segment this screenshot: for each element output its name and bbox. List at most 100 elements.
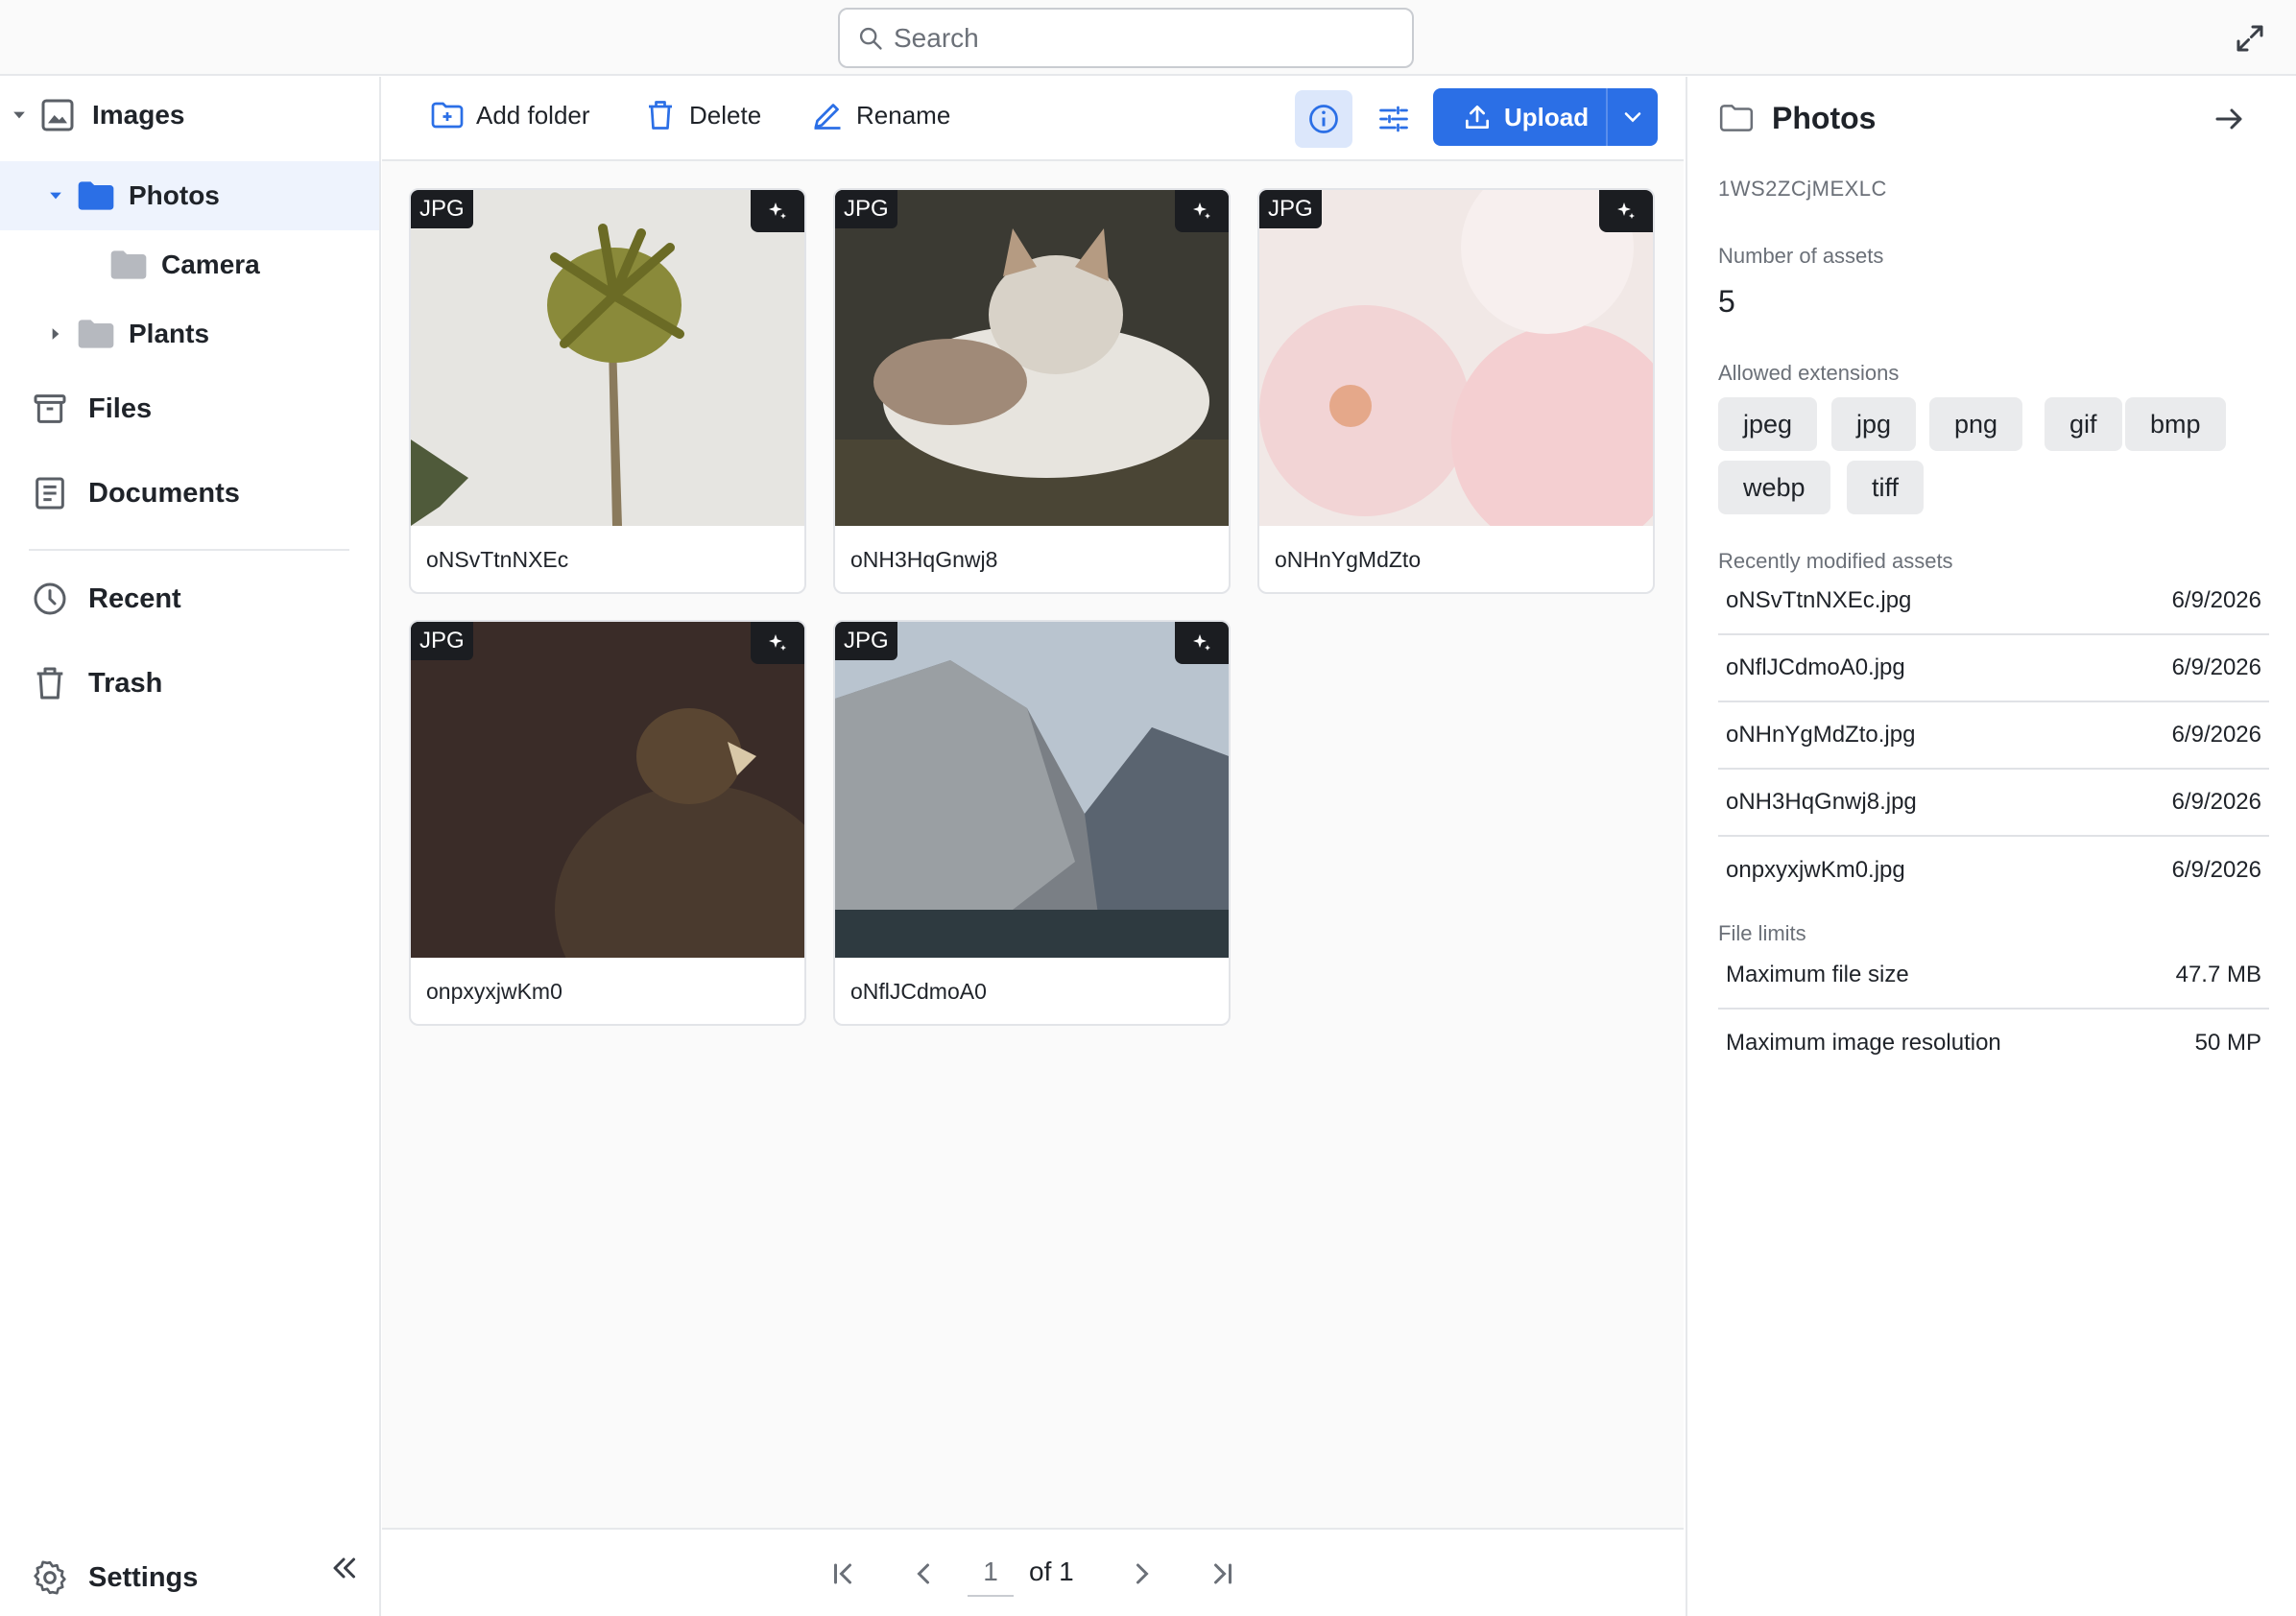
folder-icon bbox=[78, 320, 114, 348]
file-type-badge: JPG bbox=[835, 622, 897, 660]
settings-button[interactable]: Settings bbox=[31, 1558, 198, 1597]
upload-main[interactable]: Upload bbox=[1433, 88, 1606, 146]
asset-name: oNSvTtnNXEc bbox=[426, 547, 569, 572]
previous-page-icon[interactable] bbox=[906, 1557, 941, 1591]
archive-icon bbox=[34, 394, 66, 423]
recent-asset-name: oNflJCdmoA0.jpg bbox=[1726, 654, 1905, 680]
caret-down-icon[interactable] bbox=[10, 106, 29, 125]
info-button[interactable] bbox=[1295, 90, 1352, 148]
sparkle-icon bbox=[1617, 202, 1635, 219]
sidebar-divider bbox=[29, 549, 349, 551]
asset-thumbnail bbox=[411, 190, 804, 526]
upload-button[interactable]: Upload bbox=[1433, 88, 1658, 146]
file-limit-row: Maximum image resolution 50 MP bbox=[1718, 1010, 2269, 1077]
file-type-badge: JPG bbox=[1259, 190, 1322, 228]
sparkle-icon bbox=[1193, 634, 1210, 651]
recent-asset-row[interactable]: oNHnYgMdZto.jpg 6/9/2026 bbox=[1718, 702, 2269, 770]
tree-item-photos[interactable]: Photos bbox=[46, 175, 220, 217]
recent-asset-row[interactable]: onpxyxjwKm0.jpg 6/9/2026 bbox=[1718, 837, 2269, 904]
panel-title: Photos bbox=[1718, 100, 1876, 136]
panel-title-text: Photos bbox=[1772, 100, 1877, 135]
tree-item-images[interactable]: Images bbox=[10, 96, 185, 134]
extension-chip: gif bbox=[2045, 397, 2122, 451]
main-area: Add folder Delete Rename Upload JPG oNSv… bbox=[382, 77, 1684, 1616]
recent-asset-name: oNH3HqGnwj8.jpg bbox=[1726, 789, 1917, 815]
asset-name: onpxyxjwKm0 bbox=[426, 979, 562, 1004]
num-assets-label: Number of assets bbox=[1718, 244, 1884, 268]
file-type-badge: JPG bbox=[835, 190, 897, 228]
ai-sparkle-button[interactable] bbox=[1175, 190, 1229, 232]
asset-card[interactable]: JPG oNflJCdmoA0 bbox=[833, 620, 1231, 1026]
recent-asset-row[interactable]: oNSvTtnNXEc.jpg 6/9/2026 bbox=[1718, 568, 2269, 635]
extension-chip: webp bbox=[1718, 461, 1830, 514]
add-folder-button[interactable]: Add folder bbox=[430, 98, 590, 132]
next-page-icon[interactable] bbox=[1125, 1557, 1160, 1591]
recent-asset-date: 6/9/2026 bbox=[2171, 789, 2261, 815]
gear-icon bbox=[34, 1560, 66, 1595]
nav-item-label: Files bbox=[88, 392, 153, 424]
rename-button[interactable]: Rename bbox=[810, 98, 950, 132]
settings-label: Settings bbox=[88, 1561, 199, 1593]
nav-item-recent[interactable]: Recent bbox=[31, 580, 181, 618]
limit-name: Maximum file size bbox=[1726, 962, 1909, 987]
image-icon bbox=[41, 99, 74, 131]
nav-item-files[interactable]: Files bbox=[31, 390, 152, 428]
asset-thumbnail bbox=[835, 190, 1229, 526]
folder-icon bbox=[78, 181, 114, 210]
asset-thumbnail bbox=[411, 622, 804, 958]
tree-item-camera[interactable]: Camera bbox=[108, 244, 260, 286]
details-panel: Photos 1WS2ZCjMEXLC Number of assets 5 A… bbox=[1686, 77, 2296, 1616]
filter-button[interactable] bbox=[1365, 90, 1423, 148]
nav-item-label: Trash bbox=[88, 667, 163, 699]
upload-dropdown[interactable] bbox=[1608, 104, 1658, 131]
asset-thumbnail bbox=[1259, 190, 1653, 526]
nav-item-trash[interactable]: Trash bbox=[31, 664, 162, 702]
ai-sparkle-button[interactable] bbox=[751, 622, 804, 664]
nav-item-documents[interactable]: Documents bbox=[31, 474, 240, 512]
ai-sparkle-button[interactable] bbox=[1175, 622, 1229, 664]
asset-card[interactable]: JPG onpxyxjwKm0 bbox=[409, 620, 806, 1026]
extension-chip: png bbox=[1929, 397, 2023, 451]
extension-chip: jpeg bbox=[1718, 397, 1818, 451]
info-icon bbox=[1309, 105, 1338, 133]
clock-icon bbox=[34, 582, 66, 615]
ai-sparkle-button[interactable] bbox=[751, 190, 804, 232]
tree-item-label: Photos bbox=[129, 180, 220, 210]
search-input[interactable] bbox=[894, 22, 1393, 54]
asset-card[interactable]: JPG oNSvTtnNXEc bbox=[409, 188, 806, 594]
tree-item-label: Camera bbox=[161, 250, 260, 279]
recent-asset-date: 6/9/2026 bbox=[2171, 722, 2261, 748]
pagination: 1 of 1 bbox=[382, 1528, 1684, 1616]
asset-name: oNHnYgMdZto bbox=[1275, 547, 1422, 572]
nav-item-label: Recent bbox=[88, 582, 181, 614]
asset-card[interactable]: JPG oNHnYgMdZto bbox=[1257, 188, 1655, 594]
sparkle-icon bbox=[769, 202, 786, 219]
top-bar bbox=[0, 0, 2296, 76]
search-box[interactable] bbox=[838, 8, 1414, 68]
first-page-icon[interactable] bbox=[825, 1557, 860, 1591]
delete-button[interactable]: Delete bbox=[643, 98, 761, 132]
last-page-icon[interactable] bbox=[1206, 1557, 1240, 1591]
rename-label: Rename bbox=[856, 100, 951, 130]
recent-asset-row[interactable]: oNH3HqGnwj8.jpg 6/9/2026 bbox=[1718, 770, 2269, 837]
caret-right-icon[interactable] bbox=[46, 324, 65, 344]
sparkle-icon bbox=[1193, 202, 1210, 219]
recent-asset-date: 6/9/2026 bbox=[2171, 857, 2261, 883]
close-panel-arrow-icon[interactable] bbox=[2212, 102, 2246, 136]
pencil-icon bbox=[814, 104, 841, 130]
nav-item-label: Documents bbox=[88, 477, 240, 509]
allowed-ext-label: Allowed extensions bbox=[1718, 361, 1900, 385]
asset-name: oNflJCdmoA0 bbox=[850, 979, 987, 1004]
recent-asset-row[interactable]: oNflJCdmoA0.jpg 6/9/2026 bbox=[1718, 635, 2269, 702]
asset-name: oNH3HqGnwj8 bbox=[850, 547, 998, 572]
tree-item-plants[interactable]: Plants bbox=[46, 313, 209, 355]
expand-icon[interactable] bbox=[2233, 21, 2267, 56]
sliders-icon bbox=[1379, 106, 1408, 132]
ai-sparkle-button[interactable] bbox=[1599, 190, 1653, 232]
chevron-down-icon bbox=[1624, 112, 1641, 123]
asset-card[interactable]: JPG oNH3HqGnwj8 bbox=[833, 188, 1231, 594]
caret-down-icon[interactable] bbox=[46, 186, 65, 205]
recent-asset-name: onpxyxjwKm0.jpg bbox=[1726, 857, 1905, 883]
collapse-sidebar-icon[interactable] bbox=[326, 1551, 361, 1585]
page-number-input[interactable]: 1 bbox=[968, 1551, 1014, 1597]
